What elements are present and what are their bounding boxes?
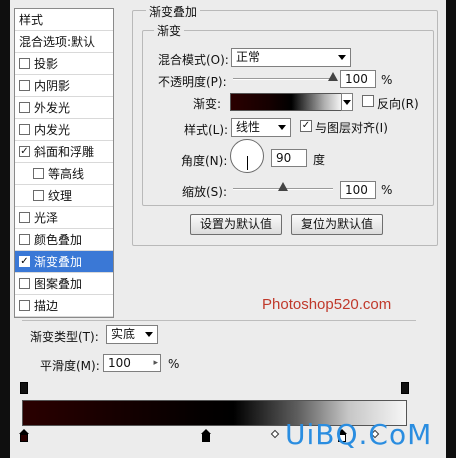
chevron-right-icon[interactable]: ▸ [153, 355, 158, 371]
angle-label: 角度(N): [181, 154, 228, 168]
style-item-checkbox[interactable]: ✓ [19, 256, 30, 267]
chevron-down-icon [343, 100, 351, 105]
style-item-checkbox[interactable] [19, 300, 30, 311]
style-item[interactable]: 描边 [15, 295, 113, 317]
style-item[interactable]: 图案叠加 [15, 273, 113, 295]
blend-mode-label: 混合模式(O): [158, 53, 229, 67]
blend-mode-select[interactable]: 正常 [231, 48, 351, 67]
style-item-label: 渐变叠加 [34, 254, 83, 269]
style-item[interactable]: 内发光 [15, 119, 113, 141]
style-item-checkbox[interactable] [19, 80, 30, 91]
style-item[interactable]: ✓ 斜面和浮雕 [15, 141, 113, 163]
gradient-overlay-title: 渐变叠加 [146, 3, 201, 20]
style-item[interactable]: ✓ 渐变叠加 [15, 251, 113, 273]
scale-unit: % [381, 183, 393, 197]
chevron-down-icon [145, 332, 153, 337]
blending-options-item[interactable]: 混合选项:默认 [15, 31, 113, 53]
divider [22, 320, 416, 321]
style-item-label: 投影 [34, 56, 59, 71]
opacity-stop-right[interactable] [401, 382, 409, 394]
align-with-layer-label: 与图层对齐(I) [315, 121, 388, 135]
site-logo: UiBQ.CoM [285, 418, 433, 451]
angle-input[interactable]: 90 [271, 149, 307, 167]
style-item-label: 斜面和浮雕 [34, 144, 95, 159]
style-item[interactable]: 颜色叠加 [15, 229, 113, 251]
style-item-checkbox[interactable]: ✓ [19, 146, 30, 157]
style-value: 线性 [236, 120, 261, 134]
smoothness-value: 100 [108, 356, 131, 370]
opacity-input[interactable]: 100 [340, 70, 376, 88]
opacity-slider-thumb[interactable] [328, 72, 338, 81]
angle-dial-hand [247, 156, 248, 170]
style-item-checkbox[interactable] [19, 234, 30, 245]
gradient-section-title: 渐变 [154, 22, 185, 39]
style-item-label: 内阴影 [34, 78, 71, 93]
style-item-checkbox[interactable] [19, 278, 30, 289]
opacity-label: 不透明度(P): [158, 75, 227, 89]
blend-mode-value: 正常 [236, 50, 261, 64]
angle-unit: 度 [313, 153, 326, 167]
style-item[interactable]: 内阴影 [15, 75, 113, 97]
smoothness-unit: % [168, 357, 180, 371]
color-stop-middle[interactable] [201, 429, 211, 443]
gradient-type-value: 实底 [111, 327, 136, 341]
style-list: 样式 混合选项:默认 投影内阴影外发光内发光 ✓ 斜面和浮雕等高线纹理光泽颜色叠加 ✓… [14, 8, 114, 318]
opacity-stop-left[interactable] [20, 382, 28, 394]
style-item[interactable]: 光泽 [15, 207, 113, 229]
style-item[interactable]: 纹理 [15, 185, 113, 207]
gradient-type-label: 渐变类型(T): [30, 330, 99, 344]
style-item[interactable]: 等高线 [15, 163, 113, 185]
style-item[interactable]: 投影 [15, 53, 113, 75]
opacity-unit: % [381, 73, 393, 87]
gradient-type-select[interactable]: 实底 [106, 325, 158, 344]
style-item-checkbox[interactable] [33, 168, 44, 179]
styles-header[interactable]: 样式 [15, 9, 113, 31]
scale-input[interactable]: 100 [340, 181, 376, 199]
style-select[interactable]: 线性 [231, 118, 291, 137]
style-item-label: 光泽 [34, 210, 59, 225]
opacity-slider-track[interactable] [233, 78, 333, 80]
smoothness-input[interactable]: 100 ▸ [103, 354, 161, 372]
style-item-label: 内发光 [34, 122, 71, 137]
style-item-checkbox[interactable] [19, 102, 30, 113]
style-item-label: 颜色叠加 [34, 232, 83, 247]
style-item-label: 图案叠加 [34, 276, 83, 291]
scale-slider-thumb[interactable] [278, 182, 288, 191]
reset-default-button[interactable]: 复位为默认值 [291, 214, 383, 235]
smoothness-label: 平滑度(M): [40, 359, 100, 373]
style-label: 样式(L): [184, 123, 229, 137]
style-item-checkbox[interactable] [19, 124, 30, 135]
style-item-label: 描边 [34, 298, 59, 313]
watermark-text: Photoshop520.com [262, 296, 392, 313]
reverse-label: 反向(R) [377, 97, 419, 111]
gradient-label: 渐变: [193, 97, 222, 111]
gradient-preview[interactable] [230, 93, 342, 111]
style-item-checkbox[interactable] [19, 212, 30, 223]
gradient-dropdown-button[interactable] [341, 93, 353, 111]
chevron-down-icon [278, 125, 286, 130]
chevron-down-icon [338, 55, 346, 60]
style-item-checkbox[interactable] [19, 58, 30, 69]
style-item[interactable]: 外发光 [15, 97, 113, 119]
set-default-button[interactable]: 设置为默认值 [190, 214, 282, 235]
color-stop-left[interactable] [19, 429, 29, 443]
reverse-checkbox[interactable] [362, 95, 374, 107]
style-item-label: 等高线 [48, 166, 85, 181]
style-item-checkbox[interactable] [33, 190, 44, 201]
style-item-label: 纹理 [48, 188, 73, 203]
angle-dial[interactable] [230, 139, 264, 173]
scale-label: 缩放(S): [182, 185, 228, 199]
align-with-layer-checkbox[interactable]: ✓ [300, 120, 312, 132]
style-item-label: 外发光 [34, 100, 71, 115]
